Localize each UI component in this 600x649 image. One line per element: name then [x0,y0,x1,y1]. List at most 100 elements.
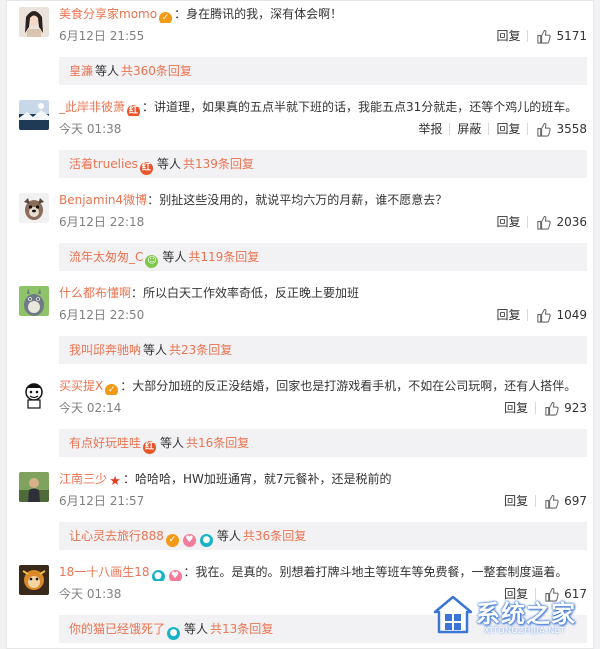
username-link[interactable]: _此岸非彼萧 [59,100,125,114]
reply-etc: 等人 [156,157,181,171]
report-button[interactable]: 举报 [411,120,449,138]
like-button[interactable]: 2036 [528,213,587,231]
comment-actions: 回复 5171 [489,27,587,45]
thumbs-up-icon [545,494,559,509]
reply-count-link[interactable]: 共23条回复 [169,343,232,357]
like-count: 923 [564,401,587,415]
member-badge-icon: 红 [127,105,141,116]
comment-item: _此岸非彼萧红：讲道理，如果真的五点半就下班的话，我能五点31分就走，还等个鸡儿… [7,94,595,187]
comment-time: 6月12日 21:57 [59,494,145,508]
like-button[interactable]: 3558 [528,120,587,138]
reply-summary[interactable]: 有点好玩哇哇红等人 共16条回复 [59,429,587,457]
like-count: 5171 [556,29,587,43]
reply-username-link[interactable]: 有点好玩哇哇 [69,436,141,450]
avatar[interactable] [19,565,49,595]
comment-text: ：身在腾讯的我，深有体会啊！ [174,7,343,21]
reply-etc: 等人 [162,250,187,264]
member-badge-icon: ♥ [182,534,196,547]
avatar[interactable] [19,193,49,223]
like-count: 3558 [556,122,587,136]
username-link[interactable]: 美食分享家momo [59,7,157,21]
reply-button[interactable]: 回复 [497,399,535,417]
comment-text-line: 买买提X ✓ ：大部分加班的反正没结婚，回家也是打游戏看手机，不如在公司玩啊，还有人… [59,377,589,395]
thumbs-up-icon [537,308,552,323]
comment-meta: 今天 01:38 举报 屏蔽 回复 3558 [59,120,587,138]
reply-button[interactable]: 回复 [489,213,527,231]
reply-summary[interactable]: 流年太匆匆_C ☺ 等人 共119条回复 [59,243,587,271]
reply-count-link[interactable]: 共360条回复 [121,64,192,78]
comment-time: 今天 01:38 [59,122,122,136]
thumbs-up-icon [545,401,559,416]
comment-meta: 6月12日 22:18 回复 2036 [59,213,587,231]
reply-count-link[interactable]: 共119条回复 [188,250,259,264]
username-link[interactable]: 18一十八画生18 [59,565,150,579]
comment-time: 6月12日 21:55 [59,29,145,43]
reply-button[interactable]: 回复 [497,492,535,510]
reply-summary[interactable]: 活着truelies 红等人 共139条回复 [59,150,587,178]
comment-text-line: 美食分享家momo ✓ ：身在腾讯的我，深有体会啊！ [59,5,589,23]
like-count: 697 [564,494,587,508]
username-link[interactable]: 买买提X [59,379,103,393]
house-logo-icon [433,595,473,634]
reply-etc: 等人 [184,622,209,636]
avatar[interactable] [19,7,49,37]
avatar[interactable] [19,286,49,316]
reply-etc: 等人 [143,343,168,357]
reply-button[interactable]: 回复 [489,120,527,138]
comment-item: 买买提X ✓ ：大部分加班的反正没结婚，回家也是打游戏看手机，不如在公司玩啊，还有人… [7,373,595,466]
comment-text: ：哈哈哈，HW加班通宵，就7元餐补，还是税前的 [123,472,392,486]
like-count: 1049 [556,308,587,322]
reply-count-link[interactable]: 共13条回复 [210,622,273,636]
comment-item: 美食分享家momo ✓ ：身在腾讯的我，深有体会啊！ 6月12日 21:55 回复 … [7,1,595,94]
reply-summary[interactable]: 我叫邱奔驰呐 等人 共23条回复 [59,336,587,364]
like-button[interactable]: 1049 [528,306,587,324]
comment-item: 什么都布懂啊：所以白天工作效率奇低，反正晚上要加班 6月12日 22:50 回复… [7,280,595,373]
avatar[interactable] [19,472,49,502]
comment-actions: 回复 1049 [489,306,587,324]
thumbs-up-icon [537,122,552,137]
member-badge-icon: ♥ [168,570,182,581]
like-button[interactable]: 923 [536,399,587,417]
comment-time: 今天 01:38 [59,587,122,601]
reply-count-link[interactable]: 共16条回复 [186,436,249,450]
like-count: 2036 [556,215,587,229]
comment-meta: 6月12日 21:55 回复 5171 [59,27,587,45]
comment-text-line: _此岸非彼萧红：讲道理，如果真的五点半就下班的话，我能五点31分就走，还等个鸡儿… [59,98,589,116]
member-badge-icon: ☺ [145,255,159,268]
member-badge-icon: 红 [139,162,153,175]
reply-count-link[interactable]: 共139条回复 [183,157,254,171]
comment-list: 美食分享家momo ✓ ：身在腾讯的我，深有体会啊！ 6月12日 21:55 回复 … [6,0,594,649]
like-button[interactable]: 5171 [528,27,587,45]
comment-text-line: 18一十八画生18 ● ♥ ：我在。是真的。别想着打牌斗地主等班车等免费餐，一整套制度… [59,563,589,581]
reply-button[interactable]: 回复 [489,306,527,324]
avatar[interactable] [19,379,49,409]
star-badge-icon: ★ [109,474,121,488]
reply-username-link[interactable]: 皇濂 [69,64,93,78]
comment-text-line: 江南三少 ★ ：哈哈哈，HW加班通宵，就7元餐补，还是税前的 [59,470,589,488]
member-badge-icon: ● [151,570,165,581]
avatar[interactable] [19,100,49,130]
reply-username-link[interactable]: 流年太匆匆_C [69,250,143,264]
comment-item: Benjamin4微博：别扯这些没用的，就说平均六万的月薪，谁不愿意去？ 6月1… [7,187,595,280]
member-badge-icon: ✓ [105,384,119,395]
reply-summary[interactable]: 让心灵去旅行888 ✓ ♥ ● 等人 共36条回复 [59,522,587,550]
reply-username-link[interactable]: 你的猫已经饿死了 [69,622,165,636]
comment-text: ：大部分加班的反正没结婚，回家也是打游戏看手机，不如在公司玩啊，还有人搭伴。 [120,379,577,393]
reply-summary[interactable]: 皇濂 等人 共360条回复 [59,57,587,85]
watermark-url: XITONGZHIJIA.NET [484,626,566,635]
member-badge-icon: ✓ [159,12,173,23]
comment-item: 江南三少 ★ ：哈哈哈，HW加班通宵，就7元餐补，还是税前的 6月12日 21:57… [7,466,595,559]
reply-username-link[interactable]: 我叫邱奔驰呐 [69,343,141,357]
reply-username-link[interactable]: 让心灵去旅行888 [69,529,164,543]
username-link[interactable]: 江南三少 [59,472,107,486]
username-link[interactable]: 什么都布懂啊 [59,286,131,300]
reply-count-link[interactable]: 共36条回复 [243,529,306,543]
comment-time: 今天 02:14 [59,401,122,415]
comment-text: ：所以白天工作效率奇低，反正晚上要加班 [131,286,360,300]
comment-text-line: 什么都布懂啊：所以白天工作效率奇低，反正晚上要加班 [59,284,589,302]
like-button[interactable]: 697 [536,492,587,510]
username-link[interactable]: Benjamin4微博 [59,193,147,207]
block-button[interactable]: 屏蔽 [450,120,488,138]
reply-username-link[interactable]: 活着truelies [69,157,138,171]
reply-button[interactable]: 回复 [489,27,527,45]
